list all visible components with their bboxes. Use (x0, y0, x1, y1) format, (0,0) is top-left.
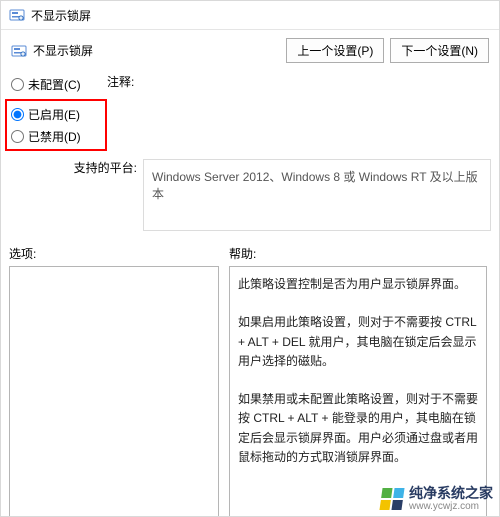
radio-enabled-input[interactable] (11, 108, 24, 121)
previous-setting-button[interactable]: 上一个设置(P) (286, 38, 384, 63)
titlebar-control[interactable] (473, 3, 493, 23)
radio-not-configured-label: 未配置(C) (28, 76, 81, 93)
window-title: 不显示锁屏 (31, 7, 91, 24)
policy-icon (9, 7, 25, 23)
radio-not-configured[interactable]: 未配置(C) (11, 73, 107, 95)
policy-icon (11, 43, 27, 59)
radio-disabled-input[interactable] (11, 130, 24, 143)
chevron-down-icon (478, 8, 488, 18)
help-label: 帮助: (229, 245, 487, 262)
radio-disabled[interactable]: 已禁用(D) (11, 125, 101, 147)
radio-enabled[interactable]: 已启用(E) (11, 103, 101, 125)
highlight-box: 已启用(E) 已禁用(D) (5, 99, 107, 151)
radio-enabled-label: 已启用(E) (28, 106, 80, 123)
options-label: 选项: (9, 245, 219, 262)
options-panel (9, 266, 219, 517)
help-panel: 此策略设置控制是否为用户显示锁屏界面。 如果启用此策略设置，则对于不需要按 CT… (229, 266, 487, 517)
comments-label: 注释: (107, 73, 491, 90)
policy-name-label: 不显示锁屏 (33, 42, 93, 59)
help-text: 此策略设置控制是否为用户显示锁屏界面。 如果启用此策略设置，则对于不需要按 CT… (230, 267, 486, 475)
next-setting-button[interactable]: 下一个设置(N) (390, 38, 489, 63)
titlebar: 不显示锁屏 (1, 1, 499, 30)
supported-text: Windows Server 2012、Windows 8 或 Windows … (152, 170, 478, 201)
radio-not-configured-input[interactable] (11, 78, 24, 91)
policy-identity: 不显示锁屏 (11, 42, 93, 59)
radio-disabled-label: 已禁用(D) (28, 128, 81, 145)
supported-label: 支持的平台: (11, 159, 137, 176)
supported-text-box: Windows Server 2012、Windows 8 或 Windows … (143, 159, 491, 231)
